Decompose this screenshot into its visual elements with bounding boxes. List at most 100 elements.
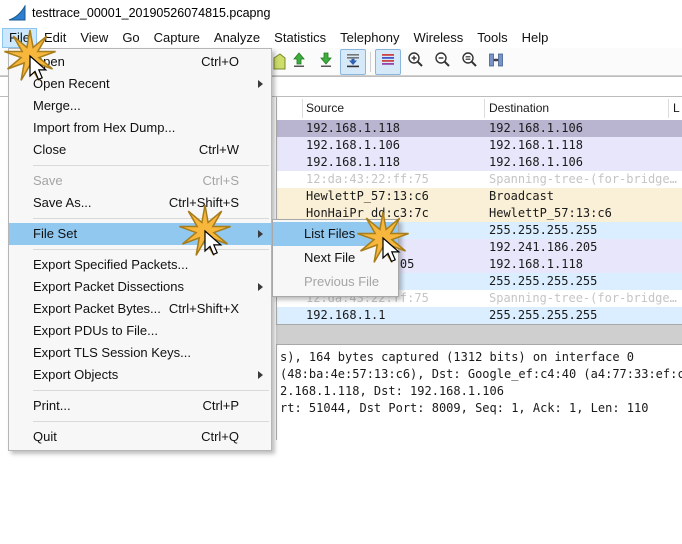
auto-scroll-live-button[interactable]: [340, 49, 366, 75]
menu-item-label: Export PDUs to File...: [33, 323, 158, 338]
go-first-packet-button[interactable]: [286, 49, 312, 75]
zoom-out-button[interactable]: [429, 49, 455, 75]
file-menu-item-import-from-hex-dump[interactable]: Import from Hex Dump...: [9, 117, 271, 139]
menu-item-label: Merge...: [33, 98, 81, 113]
packet-destination: 192.168.1.118: [489, 137, 583, 154]
menubar-item-go[interactable]: Go: [115, 28, 146, 48]
packet-destination: 255.255.255.255: [489, 307, 597, 324]
toolbar-buttons: [286, 50, 509, 74]
zoom-in-icon: [407, 51, 424, 73]
file-menu-item-save-as[interactable]: Save As...Ctrl+Shift+S: [9, 192, 271, 214]
file-menu-item-merge[interactable]: Merge...: [9, 95, 271, 117]
packet-source: HewlettP_57:13:c6: [306, 188, 429, 205]
menu-item-shortcut: Ctrl+W: [199, 139, 239, 161]
file-menu-item-export-pdus-to-file[interactable]: Export PDUs to File...: [9, 320, 271, 342]
file-menu-item-save: SaveCtrl+S: [9, 170, 271, 192]
zoom-in-button[interactable]: [402, 49, 428, 75]
submenu-arrow-icon: [258, 230, 263, 238]
packet-destination: HewlettP_57:13:c6: [489, 205, 612, 222]
menu-item-label: Export Objects: [33, 367, 118, 382]
packet-destination: 255.255.255.255: [489, 222, 597, 239]
menu-item-label: Close: [33, 142, 66, 157]
packet-source: 12:da:43:22:ff:75: [306, 171, 429, 188]
menubar-item-view[interactable]: View: [73, 28, 115, 48]
menubar-item-edit[interactable]: Edit: [37, 28, 73, 48]
file-menu-item-export-specified-packets[interactable]: Export Specified Packets...: [9, 254, 271, 276]
packet-row[interactable]: HewlettP_57:13:c6Broadcast: [277, 188, 682, 205]
file-menu-item-export-objects[interactable]: Export Objects: [9, 364, 271, 386]
submenu-arrow-icon: [258, 371, 263, 379]
colorize-icon: [380, 52, 396, 73]
menubar-item-capture[interactable]: Capture: [147, 28, 207, 48]
menu-item-label: Export Packet Dissections: [33, 279, 184, 294]
window-title: testtrace_00001_20190526074815.pcapng: [32, 6, 270, 20]
submenu-item-previous-file: Previous File: [273, 270, 398, 294]
packet-source: 192.168.1.1: [306, 307, 385, 324]
detail-line[interactable]: rt: 51044, Dst Port: 8009, Seq: 1, Ack: …: [277, 400, 682, 417]
menubar-item-wireless[interactable]: Wireless: [406, 28, 470, 48]
wireshark-shark-fin-icon: [8, 5, 28, 23]
zoom-100-button[interactable]: [456, 49, 482, 75]
menubar-item-analyze[interactable]: Analyze: [207, 28, 267, 48]
menubar-item-help[interactable]: Help: [515, 28, 556, 48]
column-separator[interactable]: [302, 99, 303, 118]
file-menu-item-open[interactable]: Open Ctrl+O: [9, 51, 271, 73]
submenu-arrow-icon: [258, 283, 263, 291]
menu-item-shortcut: Ctrl+P: [203, 395, 239, 417]
menu-item-label: Export TLS Session Keys...: [33, 345, 191, 360]
wireshark-window: testtrace_00001_20190526074815.pcapng Fi…: [0, 0, 682, 544]
menu-item-label: Quit: [33, 429, 57, 444]
packet-source: 192.168.1.106: [306, 137, 400, 154]
menu-item-shortcut: Ctrl+S: [203, 170, 239, 192]
packet-list-header: Source Destination L: [277, 97, 682, 121]
submenu-item-list-files[interactable]: List Files: [273, 222, 398, 246]
autoscroll-icon: [345, 52, 361, 73]
packet-details-pane: s), 164 bytes captured (1312 bits) on in…: [276, 345, 682, 440]
menu-item-shortcut: Ctrl+Shift+X: [169, 298, 239, 320]
column-header-destination[interactable]: Destination: [489, 101, 549, 115]
title-bar: testtrace_00001_20190526074815.pcapng: [0, 0, 682, 28]
zoom-reset-icon: [461, 51, 478, 73]
go-last-packet-button[interactable]: [313, 49, 339, 75]
file-menu-item-export-packet-bytes[interactable]: Export Packet Bytes...Ctrl+Shift+X: [9, 298, 271, 320]
packet-row[interactable]: 12:da:43:22:ff:75Spanning-tree-(for-brid…: [277, 171, 682, 188]
detail-line[interactable]: 2.168.1.118, Dst: 192.168.1.106: [277, 383, 682, 400]
file-menu-item-file-set[interactable]: File Set: [9, 223, 271, 245]
file-set-submenu-popup: List FilesNext FilePrevious File: [272, 219, 399, 297]
packet-row[interactable]: 192.168.1.118192.168.1.106: [277, 154, 682, 171]
colorize-packets-button[interactable]: [375, 49, 401, 75]
packet-row[interactable]: 192.168.1.1 255.255.255.255: [277, 307, 682, 324]
column-header-source[interactable]: Source: [306, 101, 344, 115]
toolbar-separator: [370, 52, 371, 72]
submenu-item-next-file[interactable]: Next File: [273, 246, 398, 270]
file-menu-item-close[interactable]: Close Ctrl+W: [9, 139, 271, 161]
menubar-item-statistics[interactable]: Statistics: [267, 28, 333, 48]
menu-item-label: Open: [33, 54, 65, 69]
packet-source: 192.168.1.118: [306, 154, 400, 171]
packet-row[interactable]: 192.168.1.106 192.168.1.118: [277, 137, 682, 154]
column-separator[interactable]: [668, 99, 669, 118]
file-menu-item-print[interactable]: Print...Ctrl+P: [9, 395, 271, 417]
packet-row[interactable]: 192.168.1.118 192.168.1.106: [277, 120, 682, 137]
file-menu-item-quit[interactable]: QuitCtrl+Q: [9, 426, 271, 448]
menubar-item-tools[interactable]: Tools: [470, 28, 514, 48]
menu-separator: [33, 249, 269, 250]
packet-source: 192.168.1.118: [306, 120, 400, 137]
clipped-toolbar-icon[interactable]: [273, 52, 287, 72]
menubar-item-file[interactable]: File: [2, 28, 37, 48]
column-header-length[interactable]: L: [673, 101, 680, 115]
menu-item-shortcut: Ctrl+O: [201, 51, 239, 73]
menu-item-label: File Set: [33, 226, 77, 241]
packet-destination: 192.168.1.106: [489, 120, 583, 137]
resize-columns-icon: [488, 52, 504, 73]
column-separator[interactable]: [484, 99, 485, 118]
detail-line[interactable]: (48:ba:4e:57:13:c6), Dst: Google_ef:c4:4…: [277, 366, 682, 383]
resize-columns-button[interactable]: [483, 49, 509, 75]
file-menu-item-export-packet-dissections[interactable]: Export Packet Dissections: [9, 276, 271, 298]
menu-item-label: Export Specified Packets...: [33, 257, 188, 272]
menubar-item-telephony[interactable]: Telephony: [333, 28, 406, 48]
pane-splitter[interactable]: [276, 324, 682, 345]
file-menu-item-open-recent[interactable]: Open Recent: [9, 73, 271, 95]
file-menu-item-export-tls-session-keys[interactable]: Export TLS Session Keys...: [9, 342, 271, 364]
detail-line[interactable]: s), 164 bytes captured (1312 bits) on in…: [277, 349, 682, 366]
